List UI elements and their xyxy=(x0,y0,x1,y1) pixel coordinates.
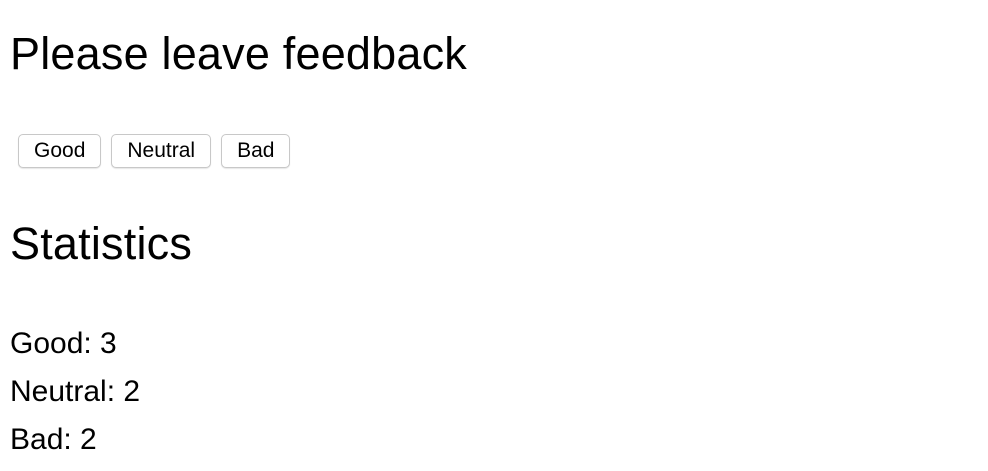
feedback-buttons: Good Neutral Bad xyxy=(18,134,291,168)
bad-button[interactable]: Bad xyxy=(221,134,291,168)
feedback-heading: Please leave feedback xyxy=(10,28,468,79)
good-count: Good: 3 xyxy=(10,327,117,360)
bad-count: Bad: 2 xyxy=(10,423,97,456)
neutral-button[interactable]: Neutral xyxy=(111,134,212,168)
statistics-heading: Statistics xyxy=(10,218,193,269)
statistics-list: Good: 3 Neutral: 2 Bad: 2 xyxy=(10,320,140,464)
neutral-count: Neutral: 2 xyxy=(10,375,141,408)
good-button[interactable]: Good xyxy=(18,134,102,168)
feedback-app: Please leave feedback Good Neutral Bad S… xyxy=(10,0,988,471)
